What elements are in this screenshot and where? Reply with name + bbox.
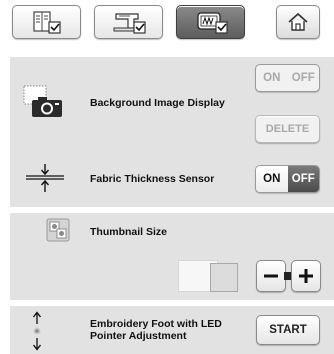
thumbnail-size-preview [178, 260, 244, 292]
minus-icon [264, 274, 278, 278]
thumbnail-size-label: Thumbnail Size [90, 226, 168, 238]
thumbnail-preview-small [210, 263, 238, 292]
tab-settings-page-2[interactable] [94, 5, 163, 39]
thumbnail-icon [46, 218, 70, 242]
fabric-thickness-icon [22, 163, 68, 193]
background-image-on-off-switch[interactable]: ON OFF [255, 64, 320, 92]
fabric-thickness-on-off-switch[interactable]: ON OFF [255, 165, 320, 193]
background-image-off-option[interactable]: OFF [288, 65, 320, 91]
embroidery-frame-icon [196, 12, 228, 34]
embroidery-foot-label-line1: Embroidery Foot with LED [90, 318, 222, 330]
thumbnail-decrease-button[interactable] [256, 260, 286, 292]
sewing-settings-icon [32, 11, 61, 34]
embroidery-foot-label: Embroidery Foot with LED Pointer Adjustm… [90, 318, 222, 342]
fabric-thickness-off-option[interactable]: OFF [287, 166, 319, 192]
background-image-display-label: Background Image Display [90, 97, 225, 109]
thumbnail-size-stepper [256, 260, 322, 292]
home-icon [288, 12, 308, 31]
tab-settings-page-1[interactable] [12, 5, 81, 39]
delete-button[interactable]: DELETE [255, 115, 320, 143]
tab-embroidery-settings[interactable] [176, 5, 245, 39]
led-pointer-icon [29, 311, 45, 351]
machine-settings-icon [113, 13, 146, 34]
start-button[interactable]: START [256, 315, 320, 345]
home-button[interactable] [276, 5, 320, 39]
fabric-thickness-sensor-label: Fabric Thickness Sensor [90, 173, 215, 185]
thumbnail-increase-button[interactable] [291, 260, 321, 292]
fabric-thickness-on-option[interactable]: ON [256, 166, 288, 192]
camera-icon [22, 84, 68, 120]
background-image-on-option[interactable]: ON [256, 65, 288, 91]
plus-icon [299, 269, 313, 283]
embroidery-foot-label-line2: Pointer Adjustment [90, 330, 187, 342]
